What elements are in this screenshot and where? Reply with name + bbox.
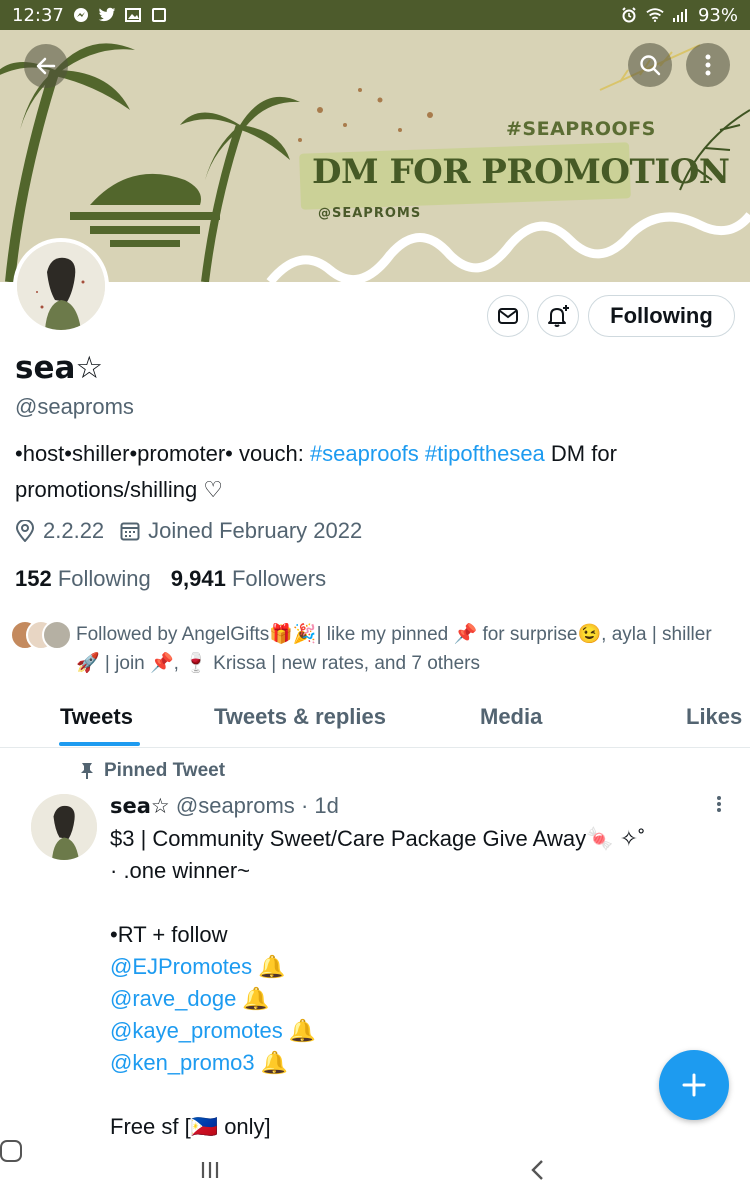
system-nav-bar <box>0 1140 750 1200</box>
bio-text: •host•shiller•promoter• vouch: <box>15 441 310 466</box>
messenger-icon <box>72 6 90 24</box>
tweet-body: $3 | Community Sweet/Care Package Give A… <box>110 823 730 1143</box>
followers-count-link[interactable]: 9,941 Followers <box>171 566 326 592</box>
profile-meta: 2.2.22 Joined February 2022 <box>15 518 378 544</box>
bell-emoji: 🔔 <box>282 1018 317 1043</box>
avatar <box>42 620 72 650</box>
alarm-icon <box>620 6 638 24</box>
bio-hashtag-tipofthesea[interactable]: #tipofthesea <box>425 441 545 466</box>
more-vertical-icon <box>705 54 711 76</box>
recent-apps-icon[interactable] <box>200 1160 220 1180</box>
followers-label: Followers <box>231 566 327 591</box>
avatar-illustration <box>17 242 105 330</box>
tweet-mention[interactable]: @rave_doge <box>110 986 236 1011</box>
username: @seaproms <box>15 394 134 419</box>
tweet-mention[interactable]: @kaye_promotes <box>110 1018 283 1043</box>
active-tab-indicator <box>59 742 140 746</box>
profile-avatar[interactable] <box>13 238 109 334</box>
tab-tweets-replies[interactable]: Tweets & replies <box>214 704 386 730</box>
tab-likes[interactable]: Likes <box>686 704 742 730</box>
tweet-line: $3 | Community Sweet/Care Package Give A… <box>110 826 646 851</box>
tweet-author-handle[interactable]: @seaproms <box>176 793 295 818</box>
followed-by[interactable]: Followed by AngelGifts🎁🎉| like my pinned… <box>10 620 736 678</box>
location-text: 2.2.22 <box>43 518 105 543</box>
banner-title: DM FOR PROMOTION <box>312 152 730 192</box>
following-label: Following <box>57 566 151 591</box>
gallery-icon <box>124 6 142 24</box>
location-icon <box>15 520 35 542</box>
back-arrow-icon <box>36 57 56 75</box>
bio-hashtag-seaproofs[interactable]: #seaproofs <box>310 441 419 466</box>
wifi-icon <box>646 6 664 24</box>
bell-plus-icon <box>548 305 569 327</box>
joined-date: Joined February 2022 <box>148 518 363 543</box>
bell-emoji: 🔔 <box>236 986 270 1011</box>
tweet-line: Free sf [🇵🇭 only] <box>110 1114 271 1139</box>
calendar-icon <box>120 522 140 541</box>
notifications-button[interactable] <box>537 295 579 337</box>
more-options-button[interactable] <box>686 43 730 87</box>
avatar-illustration <box>31 794 97 860</box>
signal-icon <box>672 6 690 24</box>
bell-emoji: 🔔 <box>254 1050 289 1075</box>
tweet-author-name[interactable]: sea☆ <box>110 794 170 818</box>
followed-by-text: Followed by AngelGifts🎁🎉| like my pinned… <box>76 624 712 674</box>
follow-counts: 152 Following 9,941 Followers <box>15 566 326 592</box>
tweet-mention[interactable]: @EJPromotes <box>110 954 252 979</box>
tweet-line: · .one winner~ <box>110 858 251 883</box>
status-bar: 12:37 93% <box>0 0 750 30</box>
app-icon <box>150 6 168 24</box>
plus-icon <box>682 1073 706 1097</box>
tweet-more-button[interactable] <box>716 795 722 813</box>
pinned-text: Pinned Tweet <box>104 760 226 781</box>
tweet-author-avatar[interactable] <box>31 794 97 860</box>
battery-level: 93% <box>697 4 738 26</box>
following-count: 152 <box>15 566 52 591</box>
banner-handle: @SEAPROMS <box>318 206 422 221</box>
followed-by-avatars <box>10 620 74 654</box>
search-button[interactable] <box>628 43 672 87</box>
search-icon <box>640 55 661 76</box>
compose-tweet-button[interactable] <box>659 1050 729 1120</box>
profile-tabs: Tweets Tweets & replies Media Likes <box>0 698 750 748</box>
display-name: sea☆ <box>15 350 104 386</box>
tweet-header: sea☆ @seaproms · 1d <box>110 793 339 819</box>
mail-icon <box>498 308 518 324</box>
status-time: 12:37 <box>12 4 64 26</box>
bio: •host•shiller•promoter• vouch: #seaproof… <box>15 436 735 508</box>
followers-count: 9,941 <box>170 566 226 591</box>
tweet-line: •RT + follow <box>110 922 228 947</box>
message-button[interactable] <box>487 295 529 337</box>
more-vertical-icon <box>717 796 721 812</box>
tweet-time: · 1d <box>300 793 339 818</box>
tab-tweets[interactable]: Tweets <box>60 704 133 730</box>
banner-hashtag: #SEAPROOFS <box>506 118 656 140</box>
tab-media[interactable]: Media <box>480 704 542 730</box>
home-button[interactable] <box>0 1140 22 1162</box>
pinned-label: Pinned Tweet <box>80 760 225 782</box>
back-button[interactable] <box>24 44 68 88</box>
bell-emoji: 🔔 <box>252 954 286 979</box>
tweet-mention[interactable]: @ken_promo3 <box>110 1050 255 1075</box>
following-button[interactable]: Following <box>588 295 735 337</box>
pin-icon <box>81 763 93 779</box>
following-count-link[interactable]: 152 Following <box>15 566 151 592</box>
twitter-icon <box>98 6 116 24</box>
back-nav-icon[interactable] <box>530 1159 546 1181</box>
